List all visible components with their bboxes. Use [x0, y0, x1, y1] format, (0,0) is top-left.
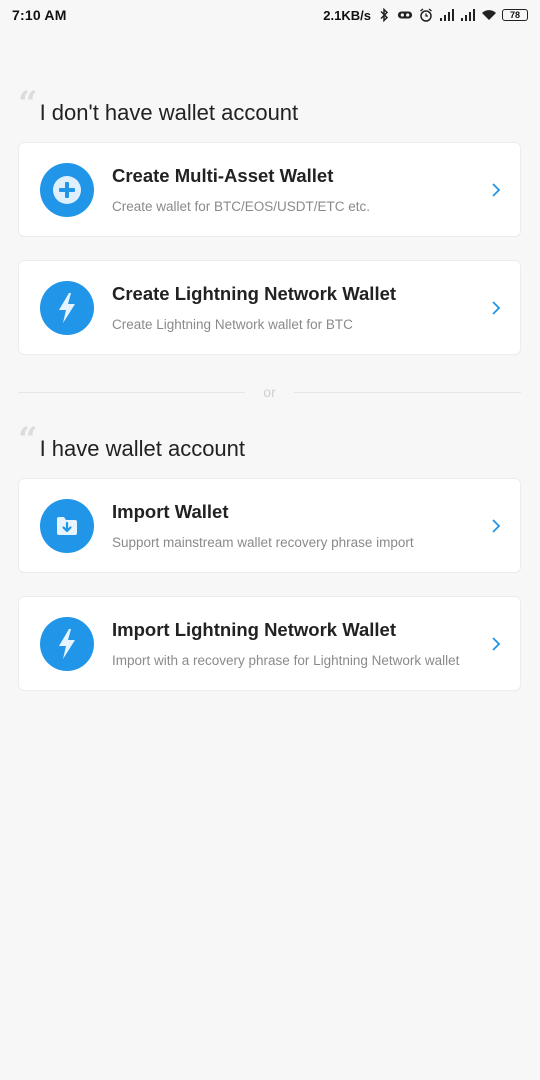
alarm-icon	[418, 7, 434, 23]
create-lightning-network-wallet-card[interactable]: Create Lightning Network Wallet Create L…	[18, 260, 521, 355]
lightning-icon	[40, 616, 94, 671]
card-subtitle: Create Lightning Network wallet for BTC	[112, 317, 353, 332]
card-subtitle: Create wallet for BTC/EOS/USDT/ETC etc.	[112, 199, 371, 214]
card-text: Create Multi-Asset Wallet Create wallet …	[112, 165, 486, 214]
wifi-icon	[481, 7, 497, 23]
battery-level: 78	[509, 10, 520, 20]
quote-icon: “	[18, 84, 38, 124]
import-lightning-network-wallet-card[interactable]: Import Lightning Network Wallet Import w…	[18, 596, 521, 691]
create-multi-asset-wallet-card[interactable]: Create Multi-Asset Wallet Create wallet …	[18, 142, 521, 237]
battery-icon: 78	[502, 9, 528, 21]
chevron-right-icon	[486, 636, 506, 652]
card-subtitle: Import with a recovery phrase for Lightn…	[112, 653, 460, 668]
section-title: I don't have wallet account	[39, 100, 299, 125]
card-title: Import Lightning Network Wallet	[112, 619, 396, 640]
signal-icon	[460, 7, 476, 23]
network-speed: 2.1KB/s	[323, 7, 371, 23]
chevron-right-icon	[486, 182, 506, 198]
card-text: Create Lightning Network Wallet Create L…	[112, 283, 486, 332]
lightning-icon	[40, 280, 94, 335]
card-title: Import Wallet	[112, 501, 229, 522]
section-title: I have wallet account	[39, 436, 246, 461]
import-icon	[40, 498, 94, 553]
section-heading-has-wallet: “ I have wallet account	[18, 420, 246, 462]
divider-line	[18, 391, 246, 393]
card-text: Import Lightning Network Wallet Import w…	[112, 619, 486, 668]
status-time: 7:10 AM	[12, 7, 67, 23]
vr-icon	[397, 7, 413, 23]
section-heading-no-wallet: “ I don't have wallet account	[18, 84, 299, 126]
import-wallet-card[interactable]: Import Wallet Support mainstream wallet …	[18, 478, 521, 573]
quote-icon: “	[18, 420, 38, 460]
chevron-right-icon	[486, 300, 506, 316]
status-icons: 2.1KB/s 78	[323, 7, 528, 23]
card-title: Create Lightning Network Wallet	[112, 283, 397, 304]
status-bar: 7:10 AM 2.1KB/s 78	[0, 0, 540, 30]
chevron-right-icon	[486, 518, 506, 534]
card-text: Import Wallet Support mainstream wallet …	[112, 501, 486, 550]
signal-icon	[439, 7, 455, 23]
plus-icon	[40, 162, 94, 217]
divider-line	[293, 391, 522, 393]
bluetooth-icon	[376, 7, 392, 23]
card-subtitle: Support mainstream wallet recovery phras…	[112, 535, 414, 550]
divider-label: or	[263, 384, 276, 400]
card-title: Create Multi-Asset Wallet	[112, 165, 334, 186]
or-divider: or	[18, 384, 522, 400]
